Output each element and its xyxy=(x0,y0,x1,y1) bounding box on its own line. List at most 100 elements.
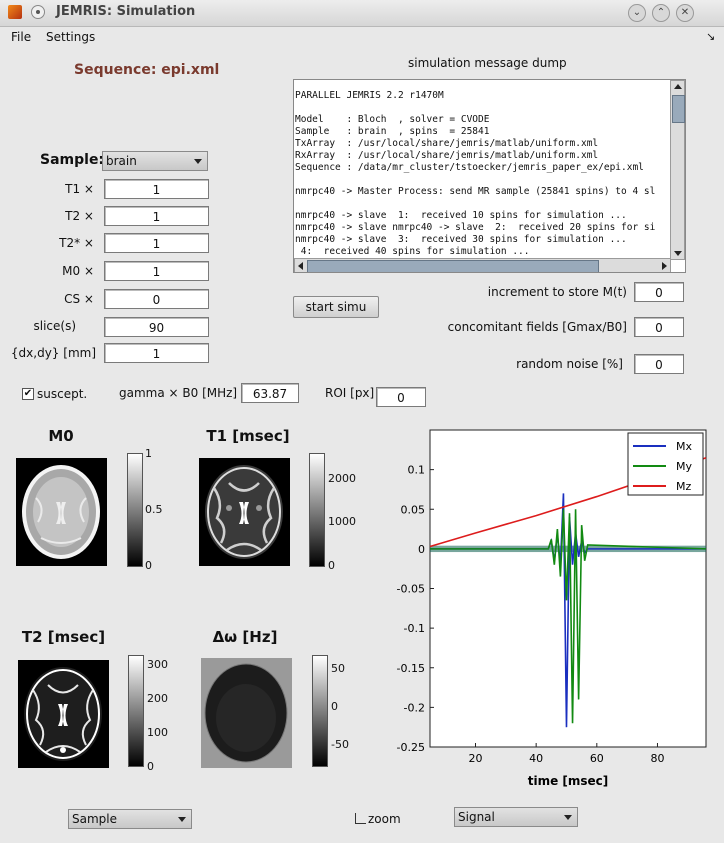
dw-tick-50: 50 xyxy=(331,662,345,675)
dump-line xyxy=(295,174,655,186)
minimize-button[interactable]: ⌄ xyxy=(628,4,646,22)
scroll-down-arrow-icon[interactable] xyxy=(674,251,682,256)
t2-colorbar xyxy=(128,655,144,767)
window-titlebar: JEMRIS: Simulation ⌄ ⌃ ✕ xyxy=(0,0,724,27)
dump-line: nmrpc40 -> Master Process: send MR sampl… xyxy=(295,186,656,197)
dump-line: nmrpc40 -> slave 3: received 30 spins fo… xyxy=(295,234,627,245)
m0-label: M0 × xyxy=(62,264,94,278)
x-tick-label: 40 xyxy=(529,752,543,765)
sample-select[interactable]: brain xyxy=(102,151,208,171)
y-tick-label: -0.05 xyxy=(397,583,425,596)
dxdy-label: {dx,dy} [mm] xyxy=(10,346,96,360)
m0-field[interactable]: 1 xyxy=(104,261,209,281)
t1-image-title: T1 [msec] xyxy=(206,427,290,445)
legend-label: Mz xyxy=(676,480,691,493)
m0-tick-mid: 0.5 xyxy=(145,503,163,516)
m0-image-title: M0 xyxy=(48,427,74,445)
increment-label: increment to store M(t) xyxy=(487,285,627,299)
y-tick-label: 0 xyxy=(418,543,425,556)
legend-label: My xyxy=(676,460,692,473)
t2-label: T2 × xyxy=(65,209,94,223)
t2-tick-200: 200 xyxy=(147,692,168,705)
roi-label: ROI [px] xyxy=(325,386,375,400)
slices-field[interactable]: 90 xyxy=(104,317,209,337)
y-tick-label: -0.15 xyxy=(397,662,425,675)
concomitant-label: concomitant fields [Gmax/B0] xyxy=(447,320,627,334)
close-button[interactable]: ✕ xyxy=(676,4,694,22)
menu-file[interactable]: File xyxy=(11,30,31,44)
sample-label: Sample: xyxy=(40,152,105,168)
menu-settings[interactable]: Settings xyxy=(46,30,95,44)
roi-field[interactable]: 0 xyxy=(376,387,426,407)
dump-line xyxy=(295,198,655,210)
x-tick-label: 80 xyxy=(650,752,664,765)
app-icon xyxy=(8,5,22,19)
maximize-button[interactable]: ⌃ xyxy=(652,4,670,22)
concomitant-field[interactable]: 0 xyxy=(634,317,684,337)
chevron-down-icon xyxy=(564,815,572,820)
dump-hscroll-thumb[interactable] xyxy=(307,260,599,272)
window-menu-button[interactable] xyxy=(31,5,45,19)
y-tick-label: -0.2 xyxy=(404,701,425,714)
dump-vscroll-thumb[interactable] xyxy=(672,95,685,123)
chevron-down-icon xyxy=(194,159,202,164)
increment-field[interactable]: 0 xyxy=(634,282,684,302)
t1-image xyxy=(199,458,290,566)
y-tick-label: -0.25 xyxy=(397,741,425,754)
dw-image xyxy=(201,658,292,768)
signal-chart[interactable]: 20 40 60 80 0.1 0.05 0 -0.05 -0.1 -0.15 -0.2 -0.25… xyxy=(390,425,720,795)
m0-tick-max: 1 xyxy=(145,447,152,460)
cs-label: CS × xyxy=(64,292,94,306)
scroll-left-arrow-icon[interactable] xyxy=(298,262,303,270)
y-tick-label: -0.1 xyxy=(404,622,425,635)
display-source-select[interactable]: Sample xyxy=(68,809,192,829)
zoom-checkbox[interactable] xyxy=(355,813,366,824)
dxdy-field[interactable]: 1 xyxy=(104,343,209,363)
noise-field[interactable]: 0 xyxy=(634,354,684,374)
start-simu-button[interactable]: start simu xyxy=(293,296,379,318)
plot-type-select[interactable]: Signal xyxy=(454,807,578,827)
t2star-label: T2* × xyxy=(59,236,94,250)
gamma-label: gamma × B0 [MHz] xyxy=(119,386,238,400)
gamma-field[interactable]: 63.87 xyxy=(241,383,299,403)
cs-field[interactable]: 0 xyxy=(104,289,209,309)
suscept-label: suscept. xyxy=(37,387,88,401)
dw-tick-0: 0 xyxy=(331,700,338,713)
dump-line: nmrpc40 -> slave 1: received 10 spins fo… xyxy=(295,210,627,221)
t1-label: T1 × xyxy=(65,182,94,196)
t2-tick-100: 100 xyxy=(147,726,168,739)
dump-vscroll[interactable] xyxy=(670,80,685,260)
dump-title: simulation message dump xyxy=(408,56,567,70)
y-tick-label: 0.1 xyxy=(408,464,426,477)
m0-tick-min: 0 xyxy=(145,559,152,572)
menu-corner-icon: ↘ xyxy=(706,30,716,43)
dump-line: RxArray : /usr/local/share/jemris/matlab… xyxy=(295,150,599,161)
plot-type-value: Signal xyxy=(458,810,495,824)
window-title: JEMRIS: Simulation xyxy=(56,4,196,19)
zoom-label: zoom xyxy=(368,812,401,826)
chart-xlabel: time [msec] xyxy=(528,774,609,788)
dump-hscroll[interactable] xyxy=(294,258,671,272)
dw-colorbar xyxy=(312,655,328,767)
dump-line: Sequence : /data/mr_cluster/tstoecker/je… xyxy=(295,162,644,173)
sample-select-value: brain xyxy=(106,154,137,168)
dump-line: PARALLEL JEMRIS 2.2 r1470M xyxy=(295,90,444,101)
suscept-checkbox[interactable]: ✔ xyxy=(22,388,34,400)
t1-field[interactable]: 1 xyxy=(104,179,209,199)
message-dump[interactable]: PARALLEL JEMRIS 2.2 r1470M Model : Bloch… xyxy=(293,79,686,273)
chevron-down-icon xyxy=(178,817,186,822)
t2-tick-300: 300 xyxy=(147,658,168,671)
scroll-up-arrow-icon[interactable] xyxy=(674,84,682,89)
x-tick-label: 60 xyxy=(590,752,604,765)
dump-line: 4: received 40 spins for simulation ... xyxy=(295,246,530,257)
m0-image xyxy=(16,458,107,566)
t2-image xyxy=(18,660,109,768)
t1-colorbar xyxy=(309,453,325,567)
t2star-field[interactable]: 1 xyxy=(104,233,209,253)
y-tick-label: 0.05 xyxy=(401,503,426,516)
scroll-right-arrow-icon[interactable] xyxy=(662,262,667,270)
t1-tick-min: 0 xyxy=(328,559,335,572)
t1-tick-mid: 1000 xyxy=(328,515,356,528)
t2-field[interactable]: 1 xyxy=(104,206,209,226)
menu-bar: File Settings ↘ xyxy=(0,27,724,47)
